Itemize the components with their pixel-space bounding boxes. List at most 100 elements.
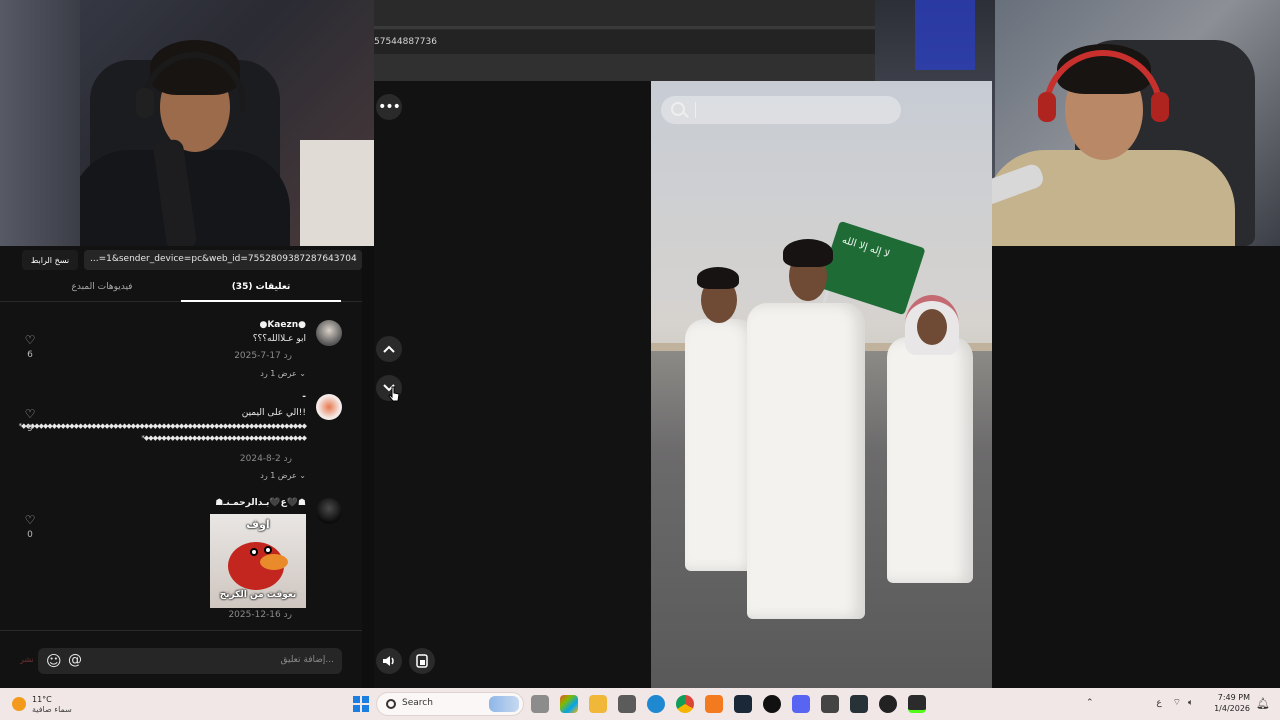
panel-tabs: فيديوهات المبدع (35) تعليقات	[0, 276, 362, 302]
comment-placeholder: إضافة تعليق...	[280, 655, 334, 665]
share-link-row: نسخ الرابط ...=1&sender_device=pc&web_id…	[22, 250, 362, 270]
video-player[interactable]	[651, 81, 992, 688]
comments-panel: نسخ الرابط ...=1&sender_device=pc&web_id…	[0, 246, 362, 688]
comment-input[interactable]: ☺ @ إضافة تعليق...	[38, 648, 342, 674]
view-replies-button[interactable]: عرض 1 رد ⌄	[260, 369, 306, 378]
comment-date: 2025-12-16	[228, 610, 281, 620]
start-button[interactable]	[353, 696, 369, 712]
taskbar-search[interactable]: Search	[376, 692, 524, 716]
windows-logo-icon	[353, 696, 360, 703]
copilot-icon[interactable]	[560, 695, 578, 713]
comment-meta: 2024-8-2 رد	[240, 454, 306, 464]
tab-comments[interactable]: (35) تعليقات	[181, 282, 341, 292]
heart-icon: ♡	[24, 513, 36, 527]
search-icon	[386, 699, 396, 709]
avatar[interactable]	[316, 320, 342, 346]
volume-button[interactable]	[376, 648, 402, 674]
app-icon[interactable]	[821, 695, 839, 713]
comment-username[interactable]: ●Kaezn●	[259, 320, 306, 330]
avatar[interactable]	[316, 394, 342, 420]
video-stage: •••	[374, 81, 651, 688]
notification-bell-icon[interactable]: 🔔︎	[1256, 697, 1270, 710]
comment-sticker: اوف تعوقت من الكرنج	[210, 514, 306, 608]
screen: 57544887736 ••• لا إله إلا الله نسخ الرا…	[0, 0, 1280, 720]
app-a-icon[interactable]	[705, 695, 723, 713]
post-comment-button[interactable]: نشر	[20, 655, 34, 664]
webcam-left	[0, 0, 374, 246]
discord-icon[interactable]	[792, 695, 810, 713]
emoji-icon[interactable]: ☺	[46, 652, 62, 670]
taskbar-search-label: Search	[402, 698, 433, 708]
more-options-button[interactable]: •••	[376, 94, 402, 120]
reply-button[interactable]: رد	[284, 351, 292, 361]
comment-item: ☗ع🖤بـدالرحمـنـ🖤☗ اوف تعوقت من الكرنج 202…	[0, 496, 362, 626]
chevron-up-icon	[383, 345, 395, 353]
kick-icon[interactable]	[908, 695, 926, 713]
obs-icon[interactable]	[763, 695, 781, 713]
comment-text-line: *◆◆◆◆◆◆◆◆◆◆◆◆◆◆◆◆◆◆◆◆◆◆◆◆◆◆◆◆◆◆◆◆◆◆◆◆◆	[141, 434, 307, 442]
chevron-down-icon: ⌄	[299, 471, 306, 480]
chevron-up-icon: ⌃	[1086, 698, 1094, 708]
steam-icon[interactable]	[734, 695, 752, 713]
comment-username[interactable]: ☗ع🖤بـدالرحمـنـ🖤☗	[215, 498, 306, 508]
mini-player-button[interactable]	[409, 648, 435, 674]
comment-text: ابو عـلاالله؟؟؟	[252, 334, 306, 344]
sun-icon	[12, 697, 26, 711]
comment-meta: 2025-7-17 رد	[234, 351, 306, 361]
system-tray[interactable]: ⌃ ع ⌔ 🔈︎	[1086, 697, 1193, 708]
app-circle-icon[interactable]	[879, 695, 897, 713]
like-count: 0	[27, 530, 33, 540]
view-replies-label: عرض 1 رد	[260, 369, 297, 378]
file-explorer-icon[interactable]	[531, 695, 549, 713]
like-button[interactable]: ♡ 0	[22, 514, 38, 540]
comment-username[interactable]: -	[302, 392, 306, 402]
like-count: 9	[27, 424, 33, 434]
reply-button[interactable]: رد	[284, 610, 292, 620]
address-text: 57544887736	[374, 37, 437, 47]
tab-creator-videos[interactable]: فيديوهات المبدع	[22, 282, 182, 292]
folder-icon[interactable]	[589, 695, 607, 713]
excel-icon[interactable]	[850, 695, 868, 713]
mention-icon[interactable]: @	[68, 652, 82, 668]
search-icon	[671, 102, 685, 116]
speaker-icon	[383, 656, 394, 666]
edge-icon[interactable]	[647, 695, 665, 713]
chrome-icon[interactable]	[676, 695, 694, 713]
video-search-bar[interactable]	[661, 96, 901, 124]
comment-date: 2024-8-2	[239, 454, 281, 464]
volume-icon: 🔈︎	[1188, 698, 1194, 708]
reply-button[interactable]: رد	[284, 454, 292, 464]
address-bar[interactable]: 57544887736	[374, 30, 875, 54]
avatar[interactable]	[316, 498, 342, 524]
flag-image	[818, 220, 926, 316]
like-button[interactable]: ♡ 6	[22, 334, 38, 360]
heart-icon: ♡	[24, 333, 36, 347]
share-link-field[interactable]: ...=1&sender_device=pc&web_id=7552809387…	[84, 250, 362, 270]
comment-item: ●Kaezn● ابو عـلاالله؟؟؟ 2025-7-17 رد عرض…	[0, 318, 362, 388]
clock[interactable]: 7:49 PM 1/4/2026	[1210, 692, 1250, 714]
weather-widget[interactable]: 11°C سماء صافية	[12, 693, 92, 715]
copy-link-button[interactable]: نسخ الرابط	[22, 250, 78, 270]
view-replies-label: عرض 1 رد	[260, 471, 297, 480]
store-icon[interactable]	[618, 695, 636, 713]
view-replies-button[interactable]: عرض 1 رد ⌄	[260, 471, 306, 480]
like-button[interactable]: ♡ 9	[22, 408, 38, 434]
chevron-down-icon: ⌄	[299, 369, 306, 378]
tray-language: ع	[1156, 698, 1162, 708]
mouse-cursor-icon	[388, 386, 400, 402]
comment-item: - الي على اليمين!! *◆◆◆◆◆◆◆◆◆◆◆◆◆◆◆◆◆◆◆◆…	[0, 392, 362, 488]
clock-time: 7:49 PM	[1217, 693, 1250, 702]
comment-text-line: *◆◆◆◆◆◆◆◆◆◆◆◆◆◆◆◆◆◆◆◆◆◆◆◆◆◆◆◆◆◆◆◆◆◆◆◆◆◆◆…	[18, 422, 307, 430]
more-dots-icon: •••	[378, 99, 401, 115]
browser-toolbar: 57544887736	[374, 0, 875, 81]
comment-composer: نشر ☺ @ إضافة تعليق...	[0, 630, 362, 688]
like-count: 6	[27, 350, 33, 360]
comment-date: 2025-7-17	[234, 351, 281, 361]
active-tab-indicator	[181, 300, 341, 302]
previous-video-button[interactable]	[376, 336, 402, 362]
taskbar: 11°C سماء صافية Search ⌃ ع ⌔ 🔈︎ 7:49 PM …	[0, 688, 1280, 720]
weather-temperature: 11°C	[32, 695, 52, 704]
empty-area	[992, 246, 1280, 688]
comment-meta: 2025-12-16 رد	[228, 610, 306, 620]
wifi-icon: ⌔	[1172, 698, 1182, 708]
